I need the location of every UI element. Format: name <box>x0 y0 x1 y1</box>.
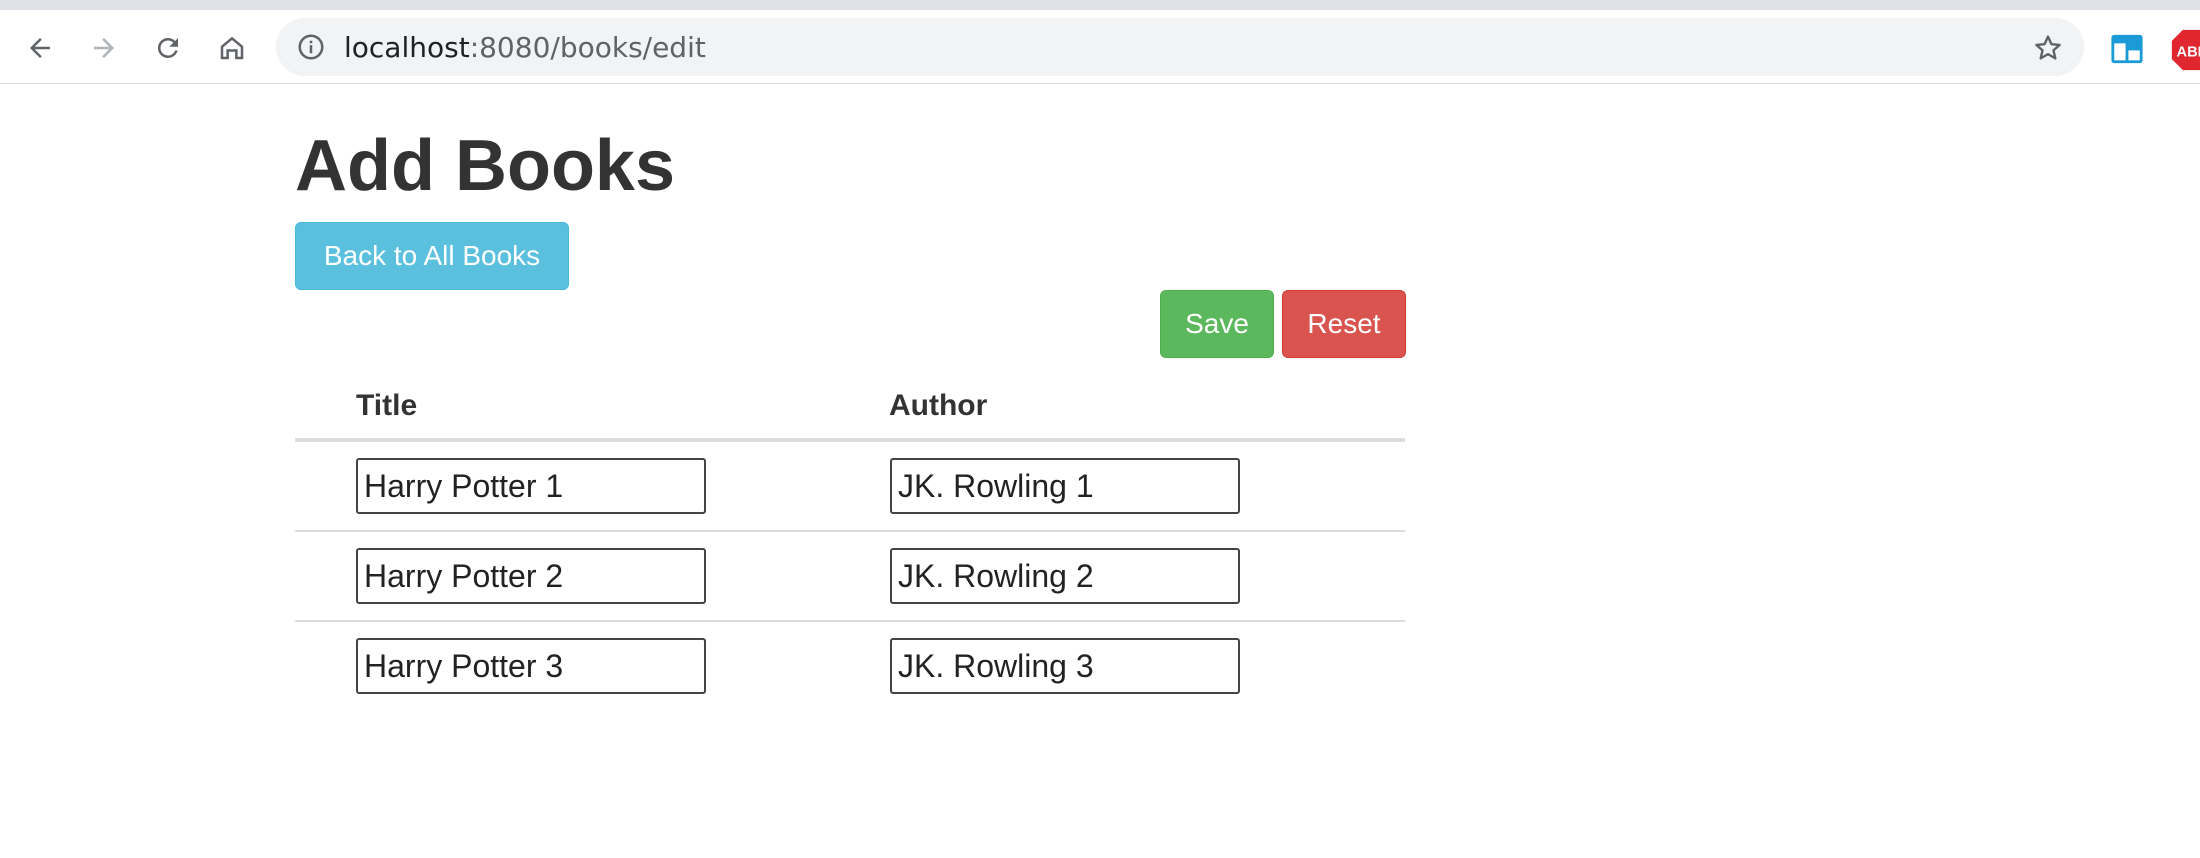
home-icon <box>220 36 244 60</box>
extension-icon[interactable] <box>2110 32 2144 66</box>
url-text[interactable]: localhost:8080/books/edit <box>344 33 706 63</box>
forward-button[interactable] <box>82 26 126 70</box>
table-row <box>295 622 1405 710</box>
forward-arrow-icon <box>94 38 114 58</box>
author-input[interactable] <box>890 638 1240 694</box>
save-button[interactable]: Save <box>1160 290 1274 358</box>
author-input[interactable] <box>890 458 1240 514</box>
back-to-all-books-button[interactable]: Back to All Books <box>295 222 569 290</box>
star-icon[interactable] <box>2032 32 2064 64</box>
browser-toolbar: localhost:8080/books/edit ABP <box>0 10 2200 84</box>
adblock-icon[interactable]: ABP <box>2170 28 2200 72</box>
table-row <box>295 532 1405 622</box>
address-bar[interactable]: localhost:8080/books/edit <box>276 18 2084 76</box>
reset-button[interactable]: Reset <box>1282 290 1406 358</box>
page-title: Add Books <box>295 126 676 206</box>
url-host: localhost <box>344 31 470 64</box>
url-path: :8080/books/edit <box>469 31 706 64</box>
back-arrow-icon <box>30 38 50 58</box>
title-input[interactable] <box>356 458 706 514</box>
author-input[interactable] <box>890 548 1240 604</box>
info-icon[interactable] <box>296 32 326 62</box>
table-row <box>295 442 1405 532</box>
column-header-title: Title <box>356 389 418 422</box>
browser-tab-strip <box>0 0 2200 10</box>
books-table: Title Author <box>295 370 1405 710</box>
reload-icon <box>157 37 178 58</box>
column-header-author: Author <box>889 389 988 422</box>
home-button[interactable] <box>210 26 254 70</box>
table-header: Title Author <box>295 370 1405 442</box>
svg-text:ABP: ABP <box>2177 44 2200 60</box>
reload-button[interactable] <box>146 26 190 70</box>
title-input[interactable] <box>356 638 706 694</box>
title-input[interactable] <box>356 548 706 604</box>
back-button[interactable] <box>18 26 62 70</box>
